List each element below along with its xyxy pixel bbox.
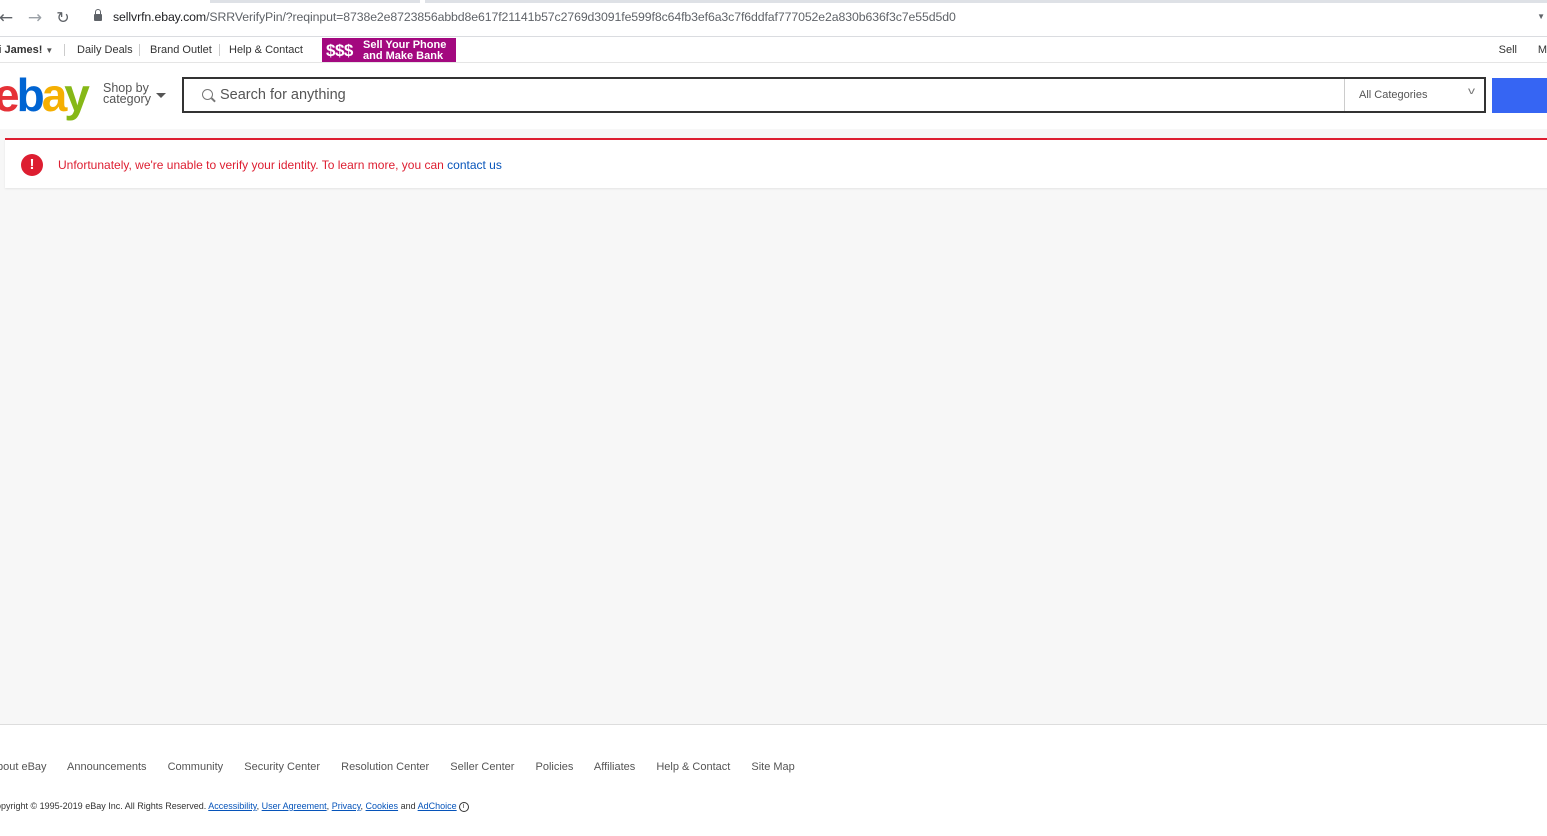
search-box: All Categories v xyxy=(182,77,1486,113)
contact-us-link[interactable]: contact us xyxy=(447,158,502,172)
help-contact-link[interactable]: Help & Contact xyxy=(229,44,303,56)
footer-link-policies[interactable]: Policies xyxy=(536,761,574,773)
divider xyxy=(139,44,140,56)
copyright-text: opyright © 1995-2019 eBay Inc. All Right… xyxy=(0,801,469,812)
footer-links: bout eBay Announcements Community Securi… xyxy=(0,761,813,773)
footer-link-site-map[interactable]: Site Map xyxy=(751,761,794,773)
search-button[interactable] xyxy=(1492,78,1547,113)
promo-money: $$$ xyxy=(326,41,353,60)
category-label: category xyxy=(103,92,151,106)
footer-link-affiliates[interactable]: Affiliates xyxy=(594,761,635,773)
error-icon: ! xyxy=(21,154,43,176)
category-select-value: All Categories xyxy=(1359,89,1428,101)
promo-line2: and Make Bank xyxy=(363,50,444,62)
tab-strip xyxy=(425,0,1547,3)
back-arrow-icon[interactable]: ← xyxy=(0,9,15,27)
url-text[interactable]: sellvrfn.ebay.com/SRRVerifyPin/?reqinput… xyxy=(113,10,956,24)
browser-toolbar: ← → ↻ sellvrfn.ebay.com/SRRVerifyPin/?re… xyxy=(0,0,1547,37)
address-bar[interactable]: sellvrfn.ebay.com/SRRVerifyPin/?reqinput… xyxy=(84,6,1547,31)
caret-down-icon[interactable] xyxy=(156,93,166,98)
footer-link-security-center[interactable]: Security Center xyxy=(244,761,320,773)
user-greeting[interactable]: i James! ▼ xyxy=(0,44,53,56)
error-message: Unfortunately, we're unable to verify yo… xyxy=(58,158,502,172)
footer-link-about[interactable]: bout eBay xyxy=(0,761,47,773)
footer-link-resolution-center[interactable]: Resolution Center xyxy=(341,761,429,773)
adchoice-link[interactable]: AdChoice xyxy=(418,801,457,811)
footer: bout eBay Announcements Community Securi… xyxy=(0,724,1547,836)
global-header: ebay Shop by category All Categories v xyxy=(0,63,1547,129)
info-icon[interactable]: i xyxy=(458,801,469,812)
footer-link-seller-center[interactable]: Seller Center xyxy=(450,761,514,773)
user-agreement-link[interactable]: User Agreement xyxy=(262,801,327,811)
brand-outlet-link[interactable]: Brand Outlet xyxy=(150,44,212,56)
divider xyxy=(64,44,65,56)
privacy-link[interactable]: Privacy xyxy=(332,801,361,811)
cookies-link[interactable]: Cookies xyxy=(366,801,399,811)
reload-icon[interactable]: ↻ xyxy=(54,9,72,27)
search-icon xyxy=(202,89,213,100)
forward-arrow-icon[interactable]: → xyxy=(26,9,44,27)
lock-icon[interactable] xyxy=(94,9,102,21)
global-header-top: i James! ▼ Daily Deals Brand Outlet Help … xyxy=(0,37,1547,63)
footer-link-announcements[interactable]: Announcements xyxy=(67,761,147,773)
chevron-down-icon: ▼ xyxy=(45,46,54,55)
footer-link-community[interactable]: Community xyxy=(168,761,224,773)
footer-link-help-contact[interactable]: Help & Contact xyxy=(656,761,730,773)
daily-deals-link[interactable]: Daily Deals xyxy=(77,44,133,56)
category-select[interactable]: All Categories v xyxy=(1344,79,1486,111)
search-input[interactable] xyxy=(220,83,1320,107)
chevron-down-icon: v xyxy=(1468,86,1475,97)
shop-by-category-button[interactable]: Shop by category xyxy=(103,82,151,106)
sell-link[interactable]: Sell xyxy=(1499,44,1517,56)
divider xyxy=(219,44,220,56)
promo-banner[interactable]: $$$ Sell Your Phone and Make Bank xyxy=(322,38,456,62)
chevron-down-icon[interactable]: ▼ xyxy=(1537,12,1545,21)
error-alert: ! Unfortunately, we're unable to verify … xyxy=(5,138,1547,188)
tab-strip xyxy=(210,0,420,3)
truncated-nav-link[interactable]: M xyxy=(1538,44,1547,56)
ebay-logo[interactable]: ebay xyxy=(0,65,90,125)
accessibility-link[interactable]: Accessibility xyxy=(208,801,256,811)
